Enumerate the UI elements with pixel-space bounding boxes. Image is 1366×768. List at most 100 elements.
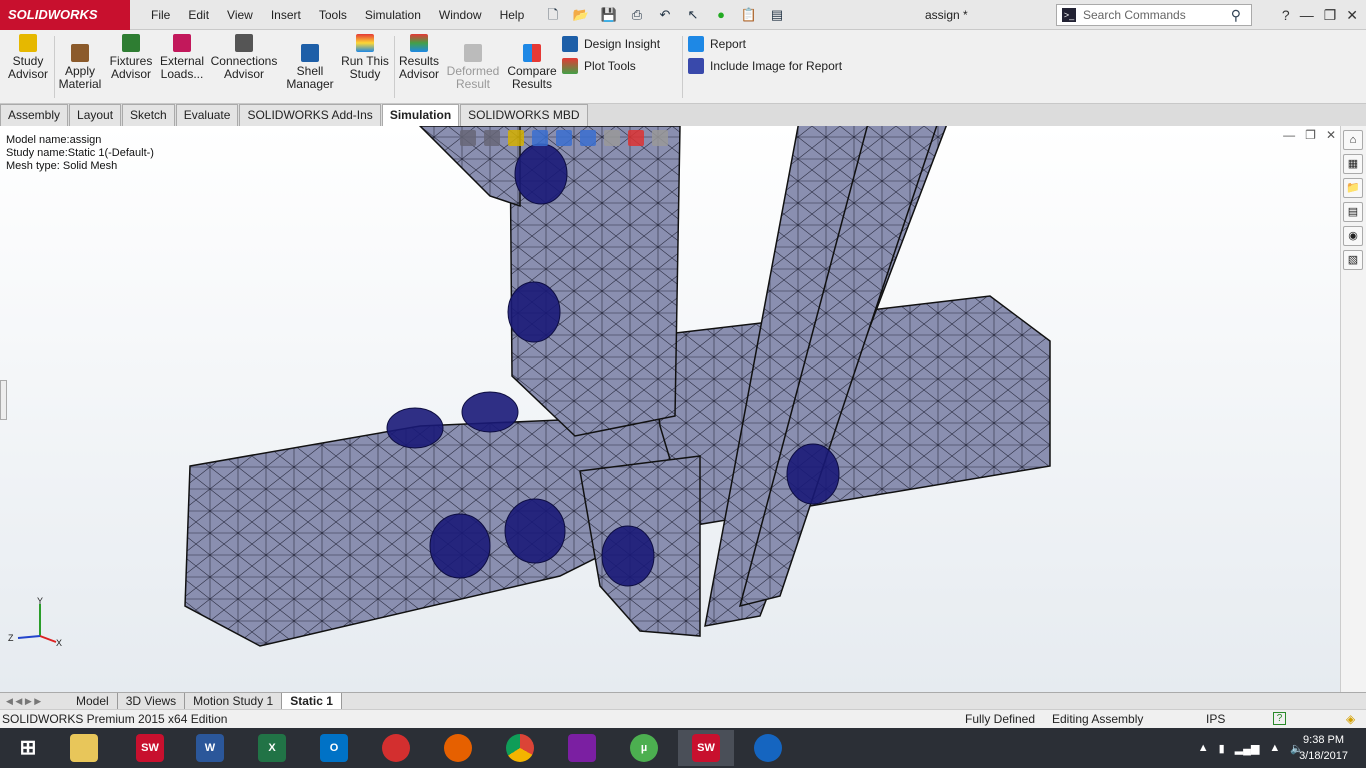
viewport-close-icon[interactable]: ✕ [1326, 128, 1336, 142]
rebuild-traffic-light-icon[interactable]: ● [710, 5, 732, 25]
taskbar-file-explorer[interactable] [56, 730, 112, 766]
search-icon[interactable]: ⚲ [1231, 5, 1241, 25]
options-icon[interactable]: ▤ [766, 5, 788, 25]
taskbar-utorrent[interactable]: µ [616, 730, 672, 766]
menu-window[interactable]: Window [430, 0, 491, 30]
display-style-icon[interactable] [580, 130, 596, 146]
signal-icon[interactable]: ▂▄▆ [1235, 742, 1260, 755]
solidworks-icon: SW [136, 734, 164, 762]
task-pane: ⌂ ▦ 📁 ▤ ◉ ▧ [1340, 126, 1366, 692]
tab-layout[interactable]: Layout [69, 104, 122, 126]
tab-addins[interactable]: SOLIDWORKS Add-Ins [239, 104, 381, 126]
taskbar-firefox[interactable] [430, 730, 486, 766]
warning-icon[interactable]: ◈ [1346, 710, 1355, 729]
design-library-icon[interactable]: ▦ [1343, 154, 1363, 174]
tab-simulation[interactable]: Simulation [381, 104, 460, 126]
open-folder-icon[interactable]: 📂 [570, 5, 592, 25]
deformed-result-button[interactable]: Deformed Result [446, 44, 500, 91]
battery-icon[interactable]: ▮ [1219, 742, 1225, 755]
tab-static-study[interactable]: Static 1 [282, 693, 342, 709]
taskbar-solidworks-1[interactable]: SW [122, 730, 178, 766]
edition-label: SOLIDWORKS Premium 2015 x64 Edition [2, 712, 228, 726]
hide-show-items-icon[interactable] [604, 130, 620, 146]
help-icon[interactable]: ? [1282, 0, 1290, 30]
menu-edit[interactable]: Edit [179, 0, 218, 30]
tab-mbd[interactable]: SOLIDWORKS MBD [460, 104, 588, 126]
units-selector[interactable]: IPS [1206, 710, 1225, 729]
print-icon[interactable]: ⎙ [626, 5, 648, 25]
results-advisor-button[interactable]: Results Advisor [396, 34, 442, 81]
tab-model[interactable]: Model [68, 693, 118, 709]
fixtures-advisor-button[interactable]: Fixtures Advisor [108, 34, 154, 81]
restore-icon[interactable]: ❐ [1324, 0, 1337, 30]
section-view-icon[interactable] [532, 130, 548, 146]
plot-tools-button[interactable]: Plot Tools [562, 58, 636, 74]
tab-3d-views[interactable]: 3D Views [118, 693, 186, 709]
search-commands-box[interactable]: >_ Search Commands ⚲ [1056, 4, 1252, 26]
tab-scroll-arrows[interactable]: ◀ ◀ ▶ ▶ [0, 693, 68, 709]
apply-material-button[interactable]: Apply Material [58, 44, 102, 91]
start-button[interactable]: ⊞ [0, 730, 56, 766]
tab-motion-study[interactable]: Motion Study 1 [185, 693, 283, 709]
command-manager-ribbon: Study Advisor Apply Material Fixtures Ad… [0, 30, 1366, 104]
menu-file[interactable]: File [142, 0, 179, 30]
connections-advisor-button[interactable]: Connections Advisor [210, 34, 278, 81]
show-hidden-icons-icon[interactable]: ▲ [1198, 742, 1209, 754]
feature-tree-expander[interactable] [0, 380, 7, 420]
report-button[interactable]: Report [688, 36, 746, 52]
shell-manager-button[interactable]: Shell Manager [284, 44, 336, 91]
graphics-area[interactable]: Model name:assign Study name:Static 1(-D… [0, 126, 1340, 692]
mesh-type-label: Mesh type: Solid Mesh [6, 160, 118, 172]
viewport-restore-icon[interactable]: ❐ [1305, 128, 1316, 142]
tab-assembly[interactable]: Assembly [0, 104, 69, 126]
menu-tools[interactable]: Tools [310, 0, 356, 30]
status-help-icon[interactable]: ? [1273, 712, 1286, 725]
undo-icon[interactable]: ↶ [654, 5, 676, 25]
mesh-model[interactable] [0, 126, 1340, 692]
tab-sketch[interactable]: Sketch [122, 104, 175, 126]
menu-help[interactable]: Help [491, 0, 534, 30]
custom-properties-icon[interactable]: ▧ [1343, 250, 1363, 270]
previous-view-icon[interactable] [508, 130, 524, 146]
menu-insert[interactable]: Insert [262, 0, 310, 30]
taskbar-winrar[interactable] [554, 730, 610, 766]
tab-evaluate[interactable]: Evaluate [175, 104, 239, 126]
compare-results-button[interactable]: Compare Results [506, 44, 558, 91]
drive-icon[interactable]: ▲ [1269, 742, 1280, 754]
taskbar-solidworks-2[interactable]: SW [678, 730, 734, 766]
view-settings-icon[interactable] [652, 130, 668, 146]
taskbar-idm[interactable] [740, 730, 796, 766]
run-study-button[interactable]: Run This Study [340, 34, 390, 81]
taskbar-chrome[interactable] [492, 730, 548, 766]
design-insight-button[interactable]: Design Insight [562, 36, 660, 52]
taskbar-word[interactable]: W [182, 730, 238, 766]
menu-view[interactable]: View [218, 0, 262, 30]
taskbar-ccleaner[interactable] [368, 730, 424, 766]
minimize-icon[interactable]: — [1300, 0, 1314, 30]
select-arrow-icon[interactable]: ↖ [682, 5, 704, 25]
taskbar-excel[interactable]: X [244, 730, 300, 766]
new-document-icon[interactable]: 🗋 [542, 5, 564, 25]
file-explorer-icon[interactable]: 📁 [1343, 178, 1363, 198]
view-palette-icon[interactable]: ▤ [1343, 202, 1363, 222]
taskbar-outlook[interactable]: O [306, 730, 362, 766]
external-loads-button[interactable]: External Loads... [158, 34, 206, 81]
clock[interactable]: 9:38 PM 3/18/2017 [1299, 732, 1348, 764]
title-bar: SOLIDWORKS File Edit View Insert Tools S… [0, 0, 1366, 30]
appearance-icon[interactable] [628, 130, 644, 146]
zoom-to-fit-icon[interactable] [460, 130, 476, 146]
save-icon[interactable]: 💾 [598, 5, 620, 25]
menu-simulation[interactable]: Simulation [356, 0, 430, 30]
ribbon-separator [54, 36, 55, 98]
include-image-report-button[interactable]: Include Image for Report [688, 58, 842, 74]
zoom-area-icon[interactable] [484, 130, 500, 146]
close-icon[interactable]: ✕ [1346, 0, 1358, 30]
solidworks-logo[interactable]: SOLIDWORKS [0, 0, 130, 30]
study-advisor-button[interactable]: Study Advisor [8, 34, 48, 81]
viewport-minimize-icon[interactable]: — [1283, 128, 1295, 142]
file-properties-icon[interactable]: 📋 [738, 5, 760, 25]
appearances-icon[interactable]: ◉ [1343, 226, 1363, 246]
command-tabs: Assembly Layout Sketch Evaluate SOLIDWOR… [0, 104, 1366, 126]
home-icon[interactable]: ⌂ [1343, 130, 1363, 150]
view-orientation-icon[interactable] [556, 130, 572, 146]
